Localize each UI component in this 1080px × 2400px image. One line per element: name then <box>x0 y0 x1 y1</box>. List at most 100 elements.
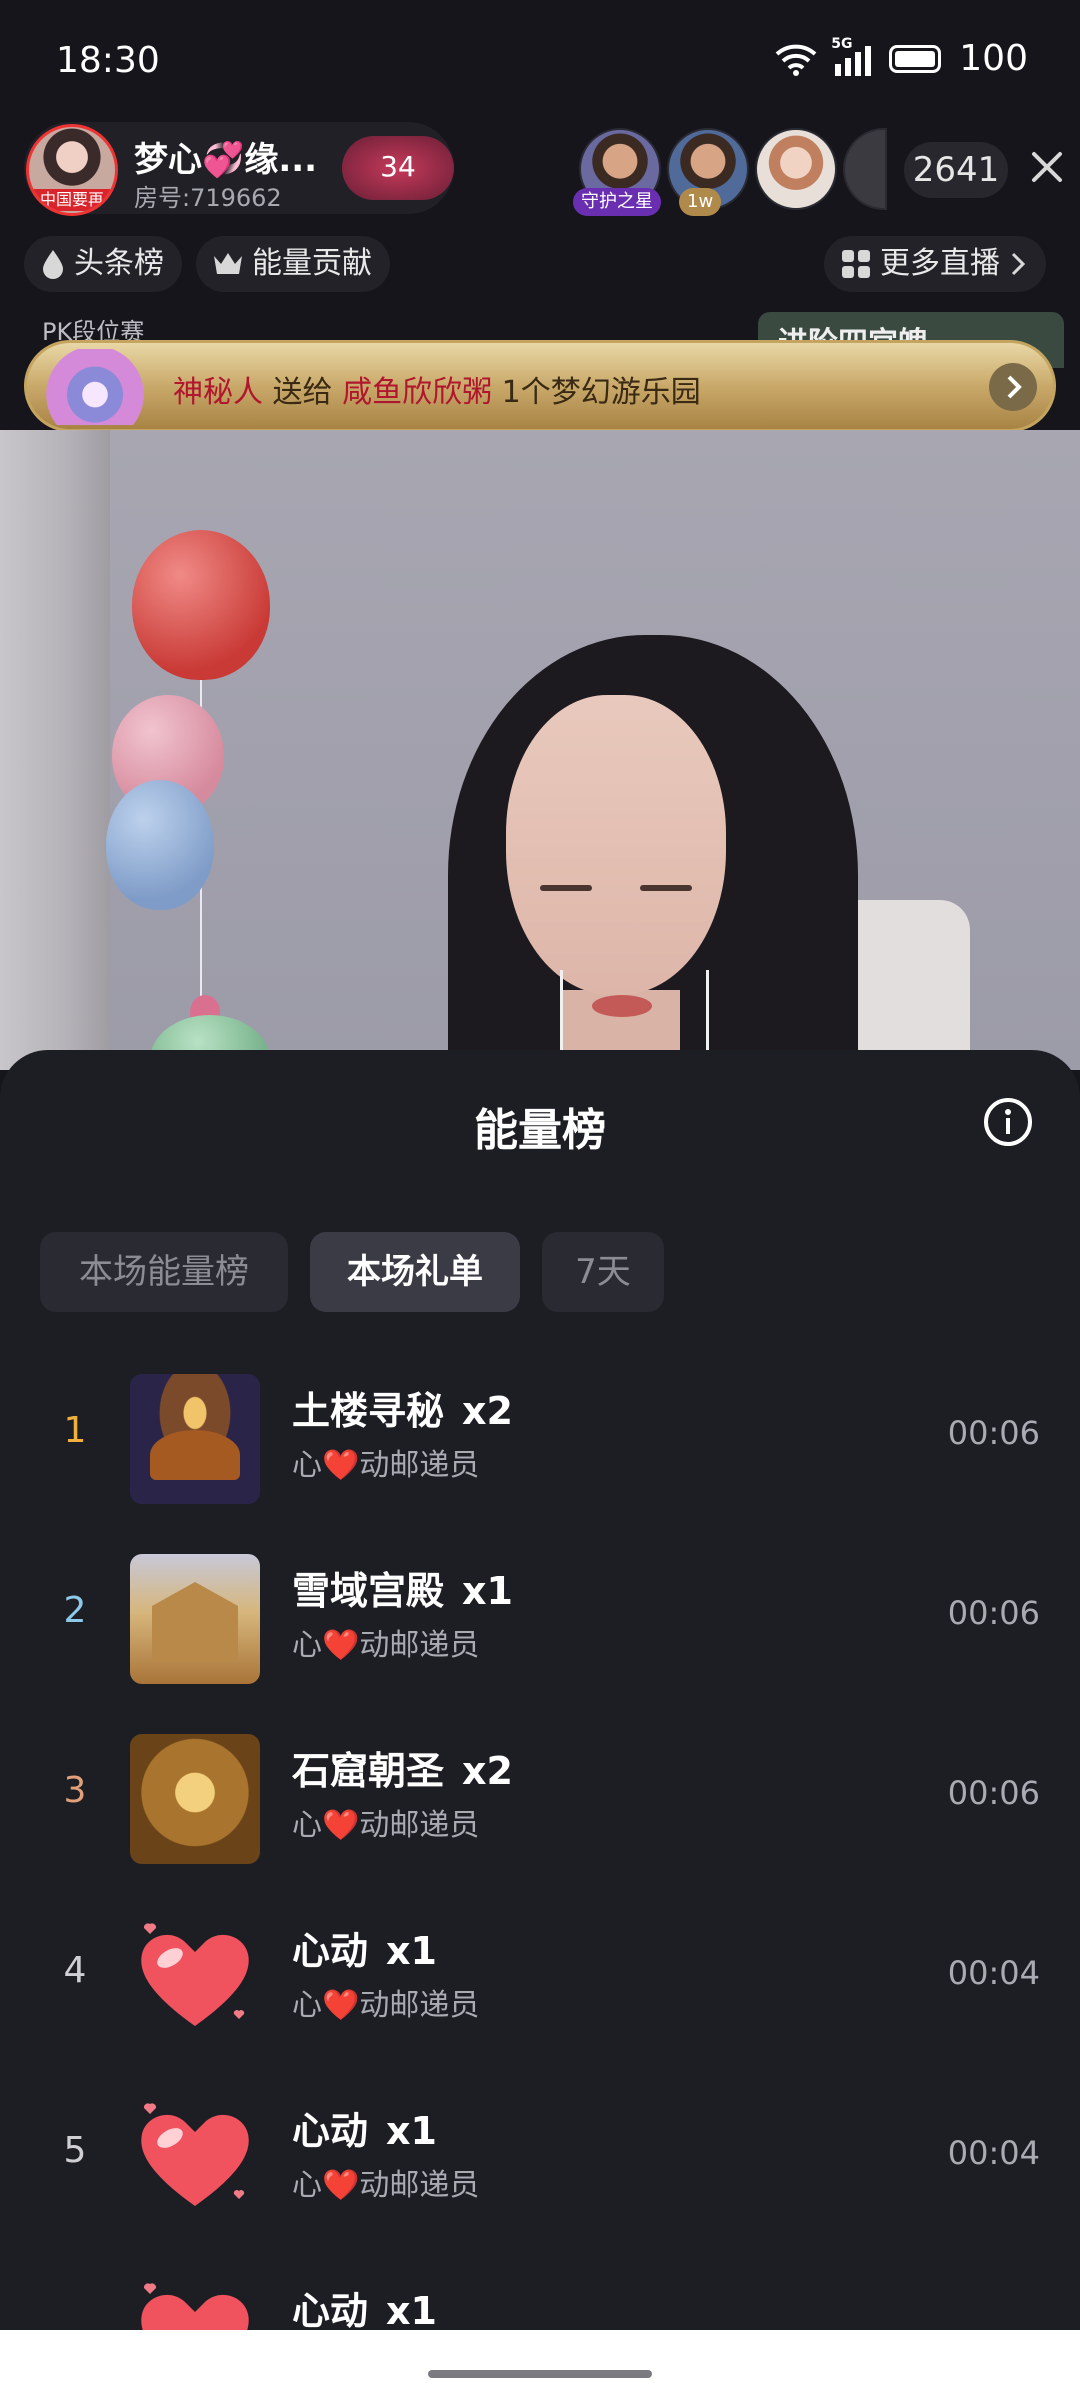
gift-name: 心动 <box>292 2289 369 2333</box>
heart-icon: ❤️ <box>322 1448 360 1483</box>
rank-number: 3 <box>63 1770 87 1811</box>
signal-icon: 5G <box>831 36 875 76</box>
heart-gift-icon <box>130 2094 260 2224</box>
viewer-avatar[interactable]: 1w <box>667 128 749 216</box>
sender-name: 心❤️动邮递员 <box>292 1808 480 1843</box>
gift-banner-text: 神秘人 送给 咸鱼欣欣粥 1个梦幻游乐园 <box>173 367 701 411</box>
gift-name-line: 土楼寻秘 x2 <box>292 1380 513 1435</box>
battery-icon <box>889 44 942 73</box>
close-icon <box>1032 152 1062 182</box>
gift-quantity: x1 <box>386 2109 437 2153</box>
anchor-info[interactable]: 中国要再 梦心💞缘... 房号:719662 34 <box>24 122 454 216</box>
anchor-name: 梦心💞缘... <box>134 140 318 180</box>
list-item[interactable]: 2 雪域宫殿 x1 心❤️动邮递员 00:06 <box>0 1530 1080 1710</box>
home-indicator[interactable] <box>428 2370 652 2378</box>
gift-quantity: x2 <box>462 1749 513 1793</box>
heart-gift-icon <box>130 1914 260 2044</box>
tag-row: 头条榜 能量贡献 更多直播 <box>24 236 1064 292</box>
info-button[interactable] <box>980 1094 1036 1150</box>
streamer-lips <box>592 995 652 1017</box>
info-icon <box>984 1098 1032 1146</box>
gift-name-line: 心动 x1 <box>292 2280 437 2335</box>
status-time: 18:30 <box>56 40 160 81</box>
network-type-label: 5G <box>831 35 853 52</box>
banner-sender: 神秘人 <box>173 375 263 410</box>
tab-session-gifts[interactable]: 本场礼单 <box>310 1232 520 1312</box>
gift-image <box>130 1554 260 1684</box>
viewer-avatar[interactable]: 守护之星 <box>573 128 661 216</box>
viewer-avatar[interactable] <box>843 128 887 210</box>
battery-percentage: 100 <box>959 38 1028 79</box>
gift-name: 心动 <box>292 2109 369 2153</box>
streamer-face <box>506 695 726 995</box>
more-live-button[interactable]: 更多直播 <box>824 236 1046 292</box>
list-item[interactable]: 5 心动 x1 心❤️动邮递员 00:04 <box>0 2070 1080 2250</box>
gift-name: 心动 <box>292 1929 369 1973</box>
gift-time: 00:06 <box>947 1774 1040 1812</box>
streamer-eye <box>640 885 692 891</box>
sender-name: 心❤️动邮递员 <box>292 1448 480 1483</box>
gift-name: 雪域宫殿 <box>292 1569 445 1613</box>
banner-gift: 1个梦幻游乐园 <box>501 375 701 410</box>
tab-7-days[interactable]: 7天 <box>542 1232 664 1312</box>
live-video[interactable] <box>0 430 1080 1070</box>
heart-icon: ❤️ <box>322 1628 360 1663</box>
anchor-avatar[interactable]: 中国要再 <box>26 124 118 216</box>
tab-session-energy[interactable]: 本场能量榜 <box>40 1232 288 1312</box>
rank-number: 4 <box>63 1950 87 1991</box>
heart-icon: ❤️ <box>322 1808 360 1843</box>
gift-quantity: x2 <box>462 1389 513 1433</box>
rank-number: 5 <box>63 2130 87 2171</box>
sheet-title: 能量榜 <box>474 1105 606 1156</box>
streamer-eye <box>540 885 592 891</box>
gift-image <box>130 1374 260 1504</box>
sender-name: 心❤️动邮递员 <box>292 2168 480 2203</box>
status-icons: 5G 100 <box>775 36 1028 79</box>
top-viewers: 守护之星 1w <box>573 128 919 216</box>
wifi-icon <box>775 44 817 76</box>
level-badge[interactable]: 34 <box>342 136 454 200</box>
drop-icon <box>43 250 63 279</box>
gift-banner-image <box>43 349 147 425</box>
chevron-right-icon <box>1011 252 1026 276</box>
rank-number: 2 <box>63 1590 87 1631</box>
live-header: 18:30 5G 100 中国要再 梦心💞缘... 房号:719662 34 守… <box>0 0 1080 432</box>
rank-number: 1 <box>63 1410 87 1451</box>
close-button[interactable] <box>1020 140 1074 194</box>
gift-image <box>130 1734 260 1864</box>
energy-contribution-label: 能量贡献 <box>252 246 372 281</box>
headline-rank-button[interactable]: 头条榜 <box>24 236 182 292</box>
list-item[interactable]: 4 心动 x1 心❤️动邮递员 00:04 <box>0 1890 1080 2070</box>
more-live-label: 更多直播 <box>880 246 1000 281</box>
gift-name: 石窟朝圣 <box>292 1749 445 1793</box>
gift-name-line: 心动 x1 <box>292 2100 437 2155</box>
anchor-avatar-tag: 中国要再 <box>29 189 115 211</box>
energy-contribution-button[interactable]: 能量贡献 <box>196 236 390 292</box>
balloon <box>132 530 270 680</box>
gift-time: 00:04 <box>947 2134 1040 2172</box>
anchor-row: 中国要再 梦心💞缘... 房号:719662 34 守护之星 1w 2641 <box>24 120 1064 220</box>
gift-time: 00:04 <box>947 1954 1040 1992</box>
gift-name-line: 雪域宫殿 x1 <box>292 1560 513 1615</box>
gift-quantity: x1 <box>386 2289 437 2333</box>
sender-name: 心❤️动邮递员 <box>292 1628 480 1663</box>
anchor-room-number: 房号:719662 <box>134 184 282 212</box>
banner-arrow-button[interactable] <box>989 363 1037 411</box>
crown-icon <box>214 253 242 274</box>
gift-banner[interactable]: 神秘人 送给 咸鱼欣欣粥 1个梦幻游乐园 <box>24 340 1056 432</box>
viewer-level-badge: 1w <box>679 188 722 216</box>
level-number: 34 <box>380 150 416 183</box>
gift-time: 00:06 <box>947 1594 1040 1632</box>
balloon <box>106 780 214 910</box>
heart-icon: ❤️ <box>322 1988 360 2023</box>
list-item[interactable]: 3 石窟朝圣 x2 心❤️动邮递员 00:06 <box>0 1710 1080 1890</box>
guardian-star-badge: 守护之星 <box>573 188 661 216</box>
gift-quantity: x1 <box>462 1569 513 1613</box>
list-item[interactable]: 1 土楼寻秘 x2 心❤️动邮递员 00:06 <box>0 1350 1080 1530</box>
gift-name-line: 心动 x1 <box>292 1920 437 1975</box>
gift-time: 00:06 <box>947 1414 1040 1452</box>
viewer-avatar[interactable] <box>755 128 837 210</box>
viewer-count[interactable]: 2641 <box>904 142 1008 198</box>
heart-icon: ❤️ <box>322 2168 360 2203</box>
gift-quantity: x1 <box>386 1929 437 1973</box>
